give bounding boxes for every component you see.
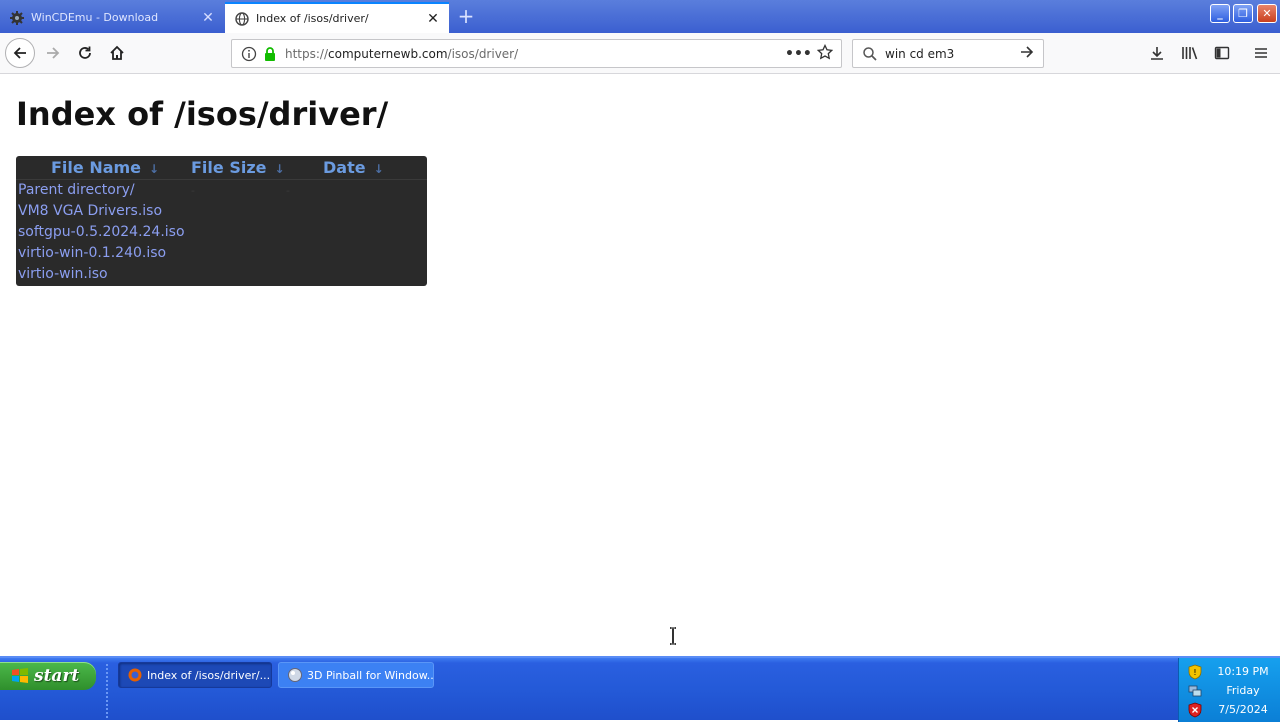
tab-title: Index of /isos/driver/ bbox=[256, 12, 369, 25]
url-bar[interactable]: https://computernewb.com/isos/driver/ ••… bbox=[231, 39, 842, 68]
table-row: VM8 VGA Drivers.iso bbox=[16, 202, 427, 223]
sort-arrow-icon: ↓ bbox=[373, 162, 384, 176]
taskbar-item-browser[interactable]: Index of /isos/driver/... bbox=[118, 662, 272, 688]
lock-icon bbox=[262, 46, 278, 62]
taskbar: start Index of /isos/driver/... 3D Pinba… bbox=[0, 656, 1280, 722]
tab-strip: WinCDEmu - Download ✕ Index of /isos/dri… bbox=[0, 0, 1280, 33]
table-row: virtio-win-0.1.240.iso bbox=[16, 244, 427, 265]
file-date: - bbox=[286, 184, 290, 197]
text-cursor-icon bbox=[668, 627, 678, 645]
tab-title: WinCDEmu - Download bbox=[31, 11, 159, 24]
page-title: Index of /isos/driver/ bbox=[16, 95, 389, 133]
windows-logo-icon bbox=[12, 668, 28, 683]
security-shield-icon[interactable]: ! bbox=[1187, 664, 1203, 680]
bookmark-star-icon[interactable] bbox=[813, 43, 837, 64]
home-icon[interactable] bbox=[102, 38, 132, 68]
page-content: Index of /isos/driver/ File Name ↓ File S… bbox=[0, 75, 1280, 656]
pinball-icon bbox=[288, 668, 302, 682]
reload-icon[interactable] bbox=[70, 38, 100, 68]
taskbar-item-label: 3D Pinball for Window... bbox=[307, 668, 433, 682]
sidebar-icon[interactable] bbox=[1212, 43, 1232, 63]
back-icon[interactable] bbox=[5, 38, 35, 68]
tab-index-of-isos-driver[interactable]: Index of /isos/driver/ ✕ bbox=[225, 2, 449, 33]
table-row: Parent directory/ - - bbox=[16, 181, 427, 202]
file-link[interactable]: softgpu-0.5.2024.24.iso bbox=[18, 224, 185, 240]
sort-arrow-icon: ↓ bbox=[149, 162, 160, 176]
download-icon[interactable] bbox=[1147, 43, 1167, 63]
taskbar-item-label: Index of /isos/driver/... bbox=[147, 668, 271, 682]
file-size: - bbox=[191, 184, 195, 197]
search-bar[interactable]: win cd em3 bbox=[852, 39, 1044, 68]
info-icon[interactable] bbox=[241, 46, 257, 62]
tab-wincdemu[interactable]: WinCDEmu - Download ✕ bbox=[0, 2, 224, 33]
forward-icon[interactable] bbox=[38, 38, 68, 68]
system-tray: ! 10:19 PM Friday 7/5/2024 bbox=[1178, 658, 1280, 722]
sort-arrow-icon: ↓ bbox=[274, 162, 285, 176]
table-row: softgpu-0.5.2024.24.iso bbox=[16, 223, 427, 244]
page-actions-icon[interactable]: ••• bbox=[785, 46, 812, 62]
go-arrow-icon[interactable] bbox=[1015, 44, 1039, 64]
search-icon bbox=[862, 46, 878, 62]
new-tab-icon[interactable]: + bbox=[457, 6, 475, 26]
security-alert-icon[interactable] bbox=[1187, 702, 1203, 718]
gear-icon bbox=[9, 10, 25, 26]
table-row: virtio-win.iso bbox=[16, 265, 427, 286]
close-tab-icon[interactable]: ✕ bbox=[423, 11, 443, 27]
start-button[interactable]: start bbox=[0, 662, 96, 690]
file-link[interactable]: VM8 VGA Drivers.iso bbox=[18, 203, 162, 219]
minimize-icon[interactable]: _ bbox=[1210, 4, 1230, 23]
clock-date: 7/5/2024 bbox=[1218, 703, 1268, 716]
header-divider bbox=[16, 179, 427, 180]
svg-text:!: ! bbox=[1193, 668, 1196, 677]
network-icon[interactable] bbox=[1187, 683, 1203, 699]
clock-time[interactable]: 10:19 PM bbox=[1209, 665, 1277, 678]
maximize-icon[interactable]: ❐ bbox=[1233, 4, 1253, 23]
url-text: https://computernewb.com/isos/driver/ bbox=[285, 46, 519, 61]
file-listing-table: File Name ↓ File Size ↓ Date ↓ Parent direc… bbox=[16, 156, 427, 286]
column-header-file-size[interactable]: File Size ↓ bbox=[191, 158, 285, 180]
file-link[interactable]: virtio-win-0.1.240.iso bbox=[18, 245, 166, 261]
taskbar-item-pinball[interactable]: 3D Pinball for Window... bbox=[278, 662, 434, 688]
taskbar-grip[interactable] bbox=[106, 664, 109, 718]
hamburger-menu-icon[interactable] bbox=[1251, 43, 1271, 63]
library-icon[interactable] bbox=[1180, 43, 1200, 63]
close-tab-icon[interactable]: ✕ bbox=[198, 10, 218, 26]
navigation-toolbar: https://computernewb.com/isos/driver/ ••… bbox=[0, 33, 1280, 74]
start-label: start bbox=[34, 666, 80, 686]
close-window-icon[interactable]: ✕ bbox=[1257, 4, 1277, 23]
globe-icon bbox=[234, 11, 250, 27]
column-header-date[interactable]: Date ↓ bbox=[323, 158, 384, 180]
firefox-icon bbox=[128, 668, 142, 682]
file-link[interactable]: virtio-win.iso bbox=[18, 266, 108, 282]
file-link[interactable]: Parent directory/ bbox=[18, 182, 135, 198]
column-header-file-name[interactable]: File Name ↓ bbox=[51, 158, 159, 180]
search-input[interactable]: win cd em3 bbox=[885, 47, 1015, 61]
clock-day: Friday bbox=[1226, 684, 1260, 697]
